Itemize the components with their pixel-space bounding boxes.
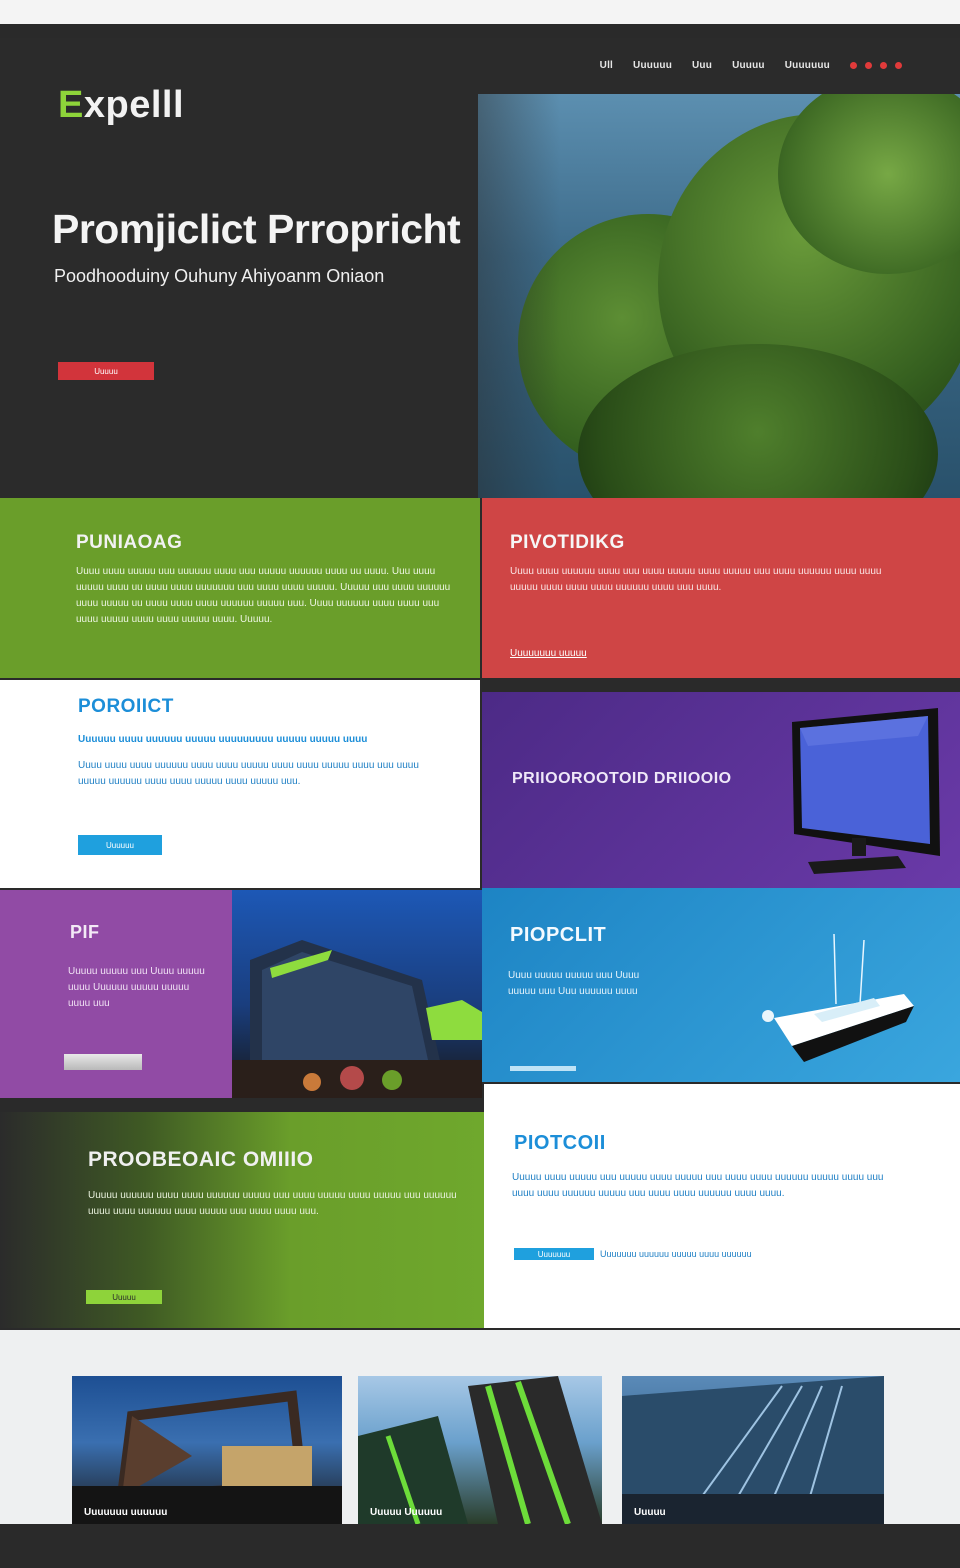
panel-text: Uuuuu uuuuu uuu Uuuu uuuuu uuuu Uuuuuu u… (68, 966, 205, 1009)
panel-link[interactable]: Uuuuuuuu uuuuu (510, 646, 587, 662)
panel-text: Uuuuu uuuu uuuuu uuu uuuuu uuuu uuuuu uu… (512, 1172, 884, 1199)
panel-heading: PRIIOOROOTOID DRIIOOIO (512, 770, 732, 787)
nav-item-1[interactable]: Ull (600, 60, 613, 71)
gallery-image-3 (622, 1376, 884, 1524)
gallery-caption: Uuuuu Uuuuuu (370, 1507, 443, 1518)
panel-button[interactable]: Uuuuuuu (514, 1248, 594, 1260)
panel-heading: PUNIAOAG (76, 532, 183, 553)
nav-item-2[interactable]: Uuuuuu (633, 60, 672, 71)
footer-bar (0, 1524, 960, 1568)
gallery-section: Uuuuuuu uuuuuu Uuuuu Uuuuuu Uuuuu (0, 1330, 960, 1524)
panel-heading: PIOPCLIT (510, 924, 607, 946)
hero-cta-button[interactable]: Uuuuu (58, 362, 154, 380)
building-photo (232, 940, 482, 1098)
panel-building-image (232, 890, 482, 1098)
panel-text: Uuuuu uuuuuu uuuu uuuu uuuuuu uuuuu uuu … (88, 1190, 457, 1217)
panel-red-feature: PIVOTIDIKG Uuuu uuuu uuuuuu uuuu uuu uuu… (482, 498, 960, 678)
panel-button[interactable]: Uuuuuu (78, 835, 162, 855)
panel-heading: PROOBEOAIC OMIIIO (88, 1148, 314, 1171)
social-icon-4[interactable] (895, 62, 902, 69)
hero-section: Expelll Ull Uuuuuu Uuu Uuuuu Uuuuuuu Pro… (0, 38, 960, 498)
panel-violet-feature: PIF Uuuuu uuuuu uuu Uuuu uuuuu uuuu Uuuu… (0, 890, 232, 1098)
top-strip (0, 0, 960, 24)
gallery-caption: Uuuuu (634, 1507, 666, 1518)
panel-text: Uuuu uuuu uuuuu uuu uuuuuu uuuu uuu uuuu… (76, 566, 451, 625)
main-nav: Ull Uuuuuu Uuu Uuuuu Uuuuuuu (600, 60, 902, 71)
gallery-image-2 (358, 1376, 602, 1524)
panel-blue-yacht: PIOPCLIT Uuuu uuuuu uuuuu uuu Uuuu uuuuu… (482, 888, 960, 1082)
panel-heading: POROIICT (78, 696, 174, 717)
panel-heading: PIVOTIDIKG (510, 532, 625, 553)
social-icon-1[interactable] (850, 62, 857, 69)
panel-green-feature: PUNIAOAG Uuuu uuuu uuuuu uuu uuuuuu uuuu… (0, 498, 480, 678)
panel-text: Uuuu uuuu uuuuuu uuuu uuu uuuu uuuuu uuu… (510, 566, 882, 593)
panel-lead-text: Uuuuuu uuuu uuuuuu uuuuu uuuuuuuuu uuuuu… (78, 734, 368, 745)
social-icon-2[interactable] (865, 62, 872, 69)
panel-white-info: PIOTCOII Uuuuu uuuu uuuuu uuu uuuuu uuuu… (484, 1084, 960, 1328)
nav-item-3[interactable]: Uuu (692, 60, 712, 71)
gallery-card-1[interactable]: Uuuuuuu uuuuuu (72, 1376, 342, 1524)
panel-heading: PIF (70, 922, 100, 942)
panel-text: Uuuu uuuu uuuu uuuuuu uuuu uuuu uuuuu uu… (78, 760, 419, 787)
monitor-illustration (792, 708, 940, 874)
panel-white-product: POROIICT Uuuuuu uuuu uuuuuu uuuuu uuuuuu… (0, 680, 480, 888)
gallery-image-1 (72, 1390, 342, 1524)
panel-button-bar[interactable] (64, 1054, 142, 1070)
yacht-illustration (762, 933, 914, 1062)
panel-purple-monitor: PRIIOOROOTOID DRIIOOIO (482, 692, 960, 888)
panel-green-wide: PROOBEOAIC OMIIIO Uuuuu uuuuuu uuuu uuuu… (0, 1112, 484, 1328)
gallery-caption: Uuuuuuu uuuuuu (84, 1507, 168, 1518)
gallery-card-3[interactable]: Uuuuu (622, 1376, 884, 1524)
panel-heading: PIOTCOII (514, 1132, 606, 1154)
hero-title: Promjiclict Prropricht (52, 206, 461, 252)
site-logo[interactable]: Expelll (58, 84, 184, 127)
nav-item-4[interactable]: Uuuuu (732, 60, 765, 71)
hero-fade-overlay (300, 94, 560, 498)
social-icon-3[interactable] (880, 62, 887, 69)
social-icons (850, 62, 902, 69)
hero-subtitle: Poodhooduiny Ouhuny Ahiyoanm Oniaon (54, 266, 385, 286)
panel-button-bar[interactable] (510, 1066, 576, 1071)
panel-text: Uuuu uuuuu uuuuu uuu Uuuu uuuuu uuu Uuu … (508, 970, 640, 997)
panel-link[interactable]: Uuuuuuu uuuuuu uuuuu uuuu uuuuuu (600, 1247, 752, 1261)
panel-button[interactable]: Uuuuu (86, 1290, 162, 1304)
gallery-card-2[interactable]: Uuuuu Uuuuuu (358, 1376, 602, 1524)
nav-item-5[interactable]: Uuuuuuu (785, 60, 830, 71)
